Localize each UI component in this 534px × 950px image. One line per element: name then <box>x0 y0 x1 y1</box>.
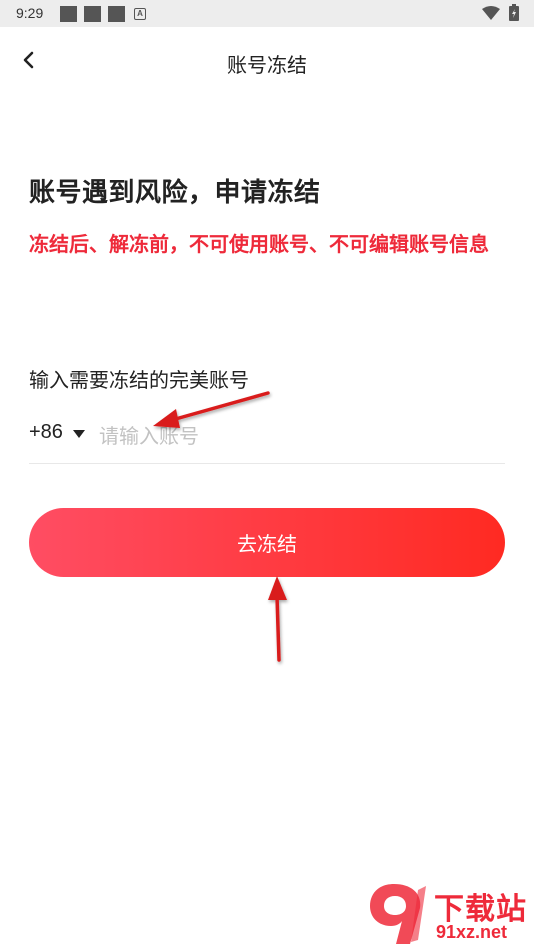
watermark-subtitle: 91xz.net <box>436 922 508 942</box>
freeze-button[interactable]: 去冻结 <box>29 508 505 577</box>
battery-icon <box>509 4 519 21</box>
annotation-arrows <box>153 391 287 662</box>
caret-down-icon[interactable] <box>73 430 85 438</box>
notification-square-icon <box>108 6 125 22</box>
notification-square-icon <box>60 6 77 22</box>
watermark-logo-icon <box>370 884 426 944</box>
account-input[interactable] <box>99 418 499 454</box>
arrow-to-button <box>268 576 287 662</box>
wifi-icon <box>482 6 500 20</box>
site-watermark: 下载站 91xz.net <box>366 880 534 950</box>
risk-heading: 账号遇到风险，申请冻结 <box>29 178 321 208</box>
page-title: 账号冻结 <box>227 53 307 77</box>
phone-input-row: +86 <box>29 418 505 464</box>
status-time: 9:29 <box>16 5 44 21</box>
a-icon: A <box>134 8 146 20</box>
account-input-label: 输入需要冻结的完美账号 <box>29 368 249 392</box>
status-bar: 9:29 A <box>0 0 534 27</box>
app-header: 账号冻结 <box>0 27 534 99</box>
notification-square-icon <box>84 6 101 22</box>
country-code-selector[interactable]: +86 <box>29 421 63 444</box>
freeze-warning-text: 冻结后、解冻前，不可使用账号、不可编辑账号信息 <box>29 232 489 256</box>
